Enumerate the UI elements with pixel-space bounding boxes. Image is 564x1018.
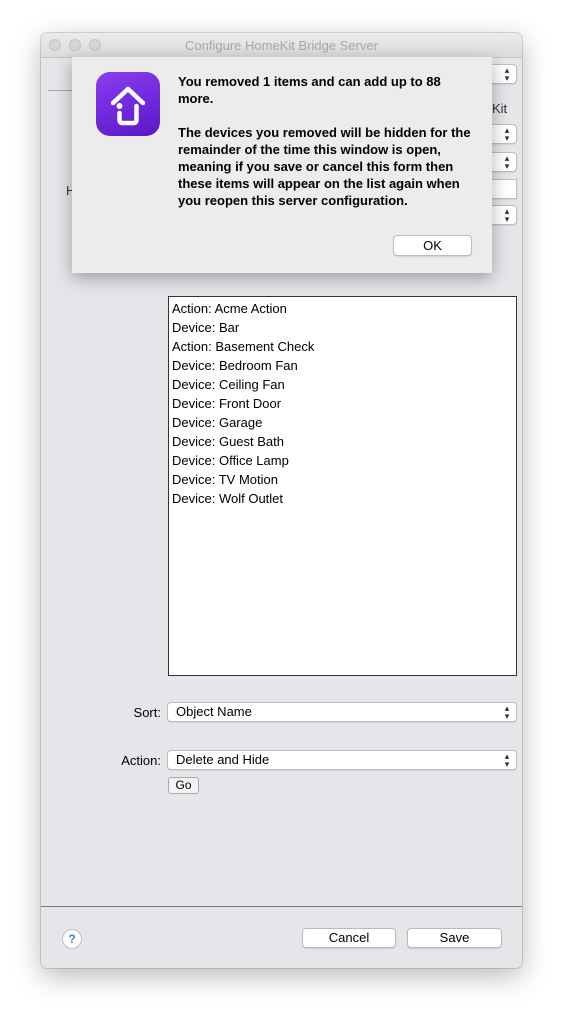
alert-sheet: You removed 1 items and can add up to 88… (72, 57, 492, 273)
chevron-up-down-icon: ▴ ▾ (504, 751, 510, 769)
list-item[interactable]: Device: Front Door (169, 394, 516, 413)
cancel-button[interactable]: Cancel (302, 928, 396, 948)
device-list[interactable]: Action: Acme Action Device: Bar Action: … (168, 296, 517, 676)
chevron-up-down-icon: ▴ ▾ (504, 65, 510, 83)
list-item[interactable]: Device: Guest Bath (169, 432, 516, 451)
action-selected-value: Delete and Hide (176, 752, 270, 767)
footer-divider (41, 906, 522, 907)
list-item[interactable]: Device: Bar (169, 318, 516, 337)
save-button[interactable]: Save (407, 928, 502, 948)
alert-message: The devices you removed will be hidden f… (178, 125, 471, 208)
chevron-up-down-icon: ▴ ▾ (504, 206, 510, 224)
list-item[interactable]: Device: Ceiling Fan (169, 375, 516, 394)
ok-button[interactable]: OK (393, 235, 472, 256)
partial-label-homekit: Kit (492, 101, 508, 116)
list-item[interactable]: Device: Wolf Outlet (169, 489, 516, 508)
action-label: Action: (121, 753, 161, 768)
window-title: Configure HomeKit Bridge Server (185, 38, 378, 53)
list-item[interactable]: Device: Bedroom Fan (169, 356, 516, 375)
chevron-up-down-icon: ▴ ▾ (504, 703, 510, 721)
title-bar: Configure HomeKit Bridge Server (41, 33, 522, 58)
sort-label: Sort: (133, 705, 161, 720)
list-item[interactable]: Device: Garage (169, 413, 516, 432)
chevron-up-down-icon: ▴ ▾ (504, 125, 510, 143)
list-item[interactable]: Action: Acme Action (169, 299, 516, 318)
help-icon[interactable]: ? (62, 929, 82, 949)
alert-title: You removed 1 items and can add up to 88… (178, 74, 441, 106)
action-popup[interactable]: Delete and Hide ▴ ▾ (167, 750, 517, 770)
house-icon (110, 86, 146, 126)
sort-selected-value: Object Name (176, 704, 252, 719)
list-item[interactable]: Action: Basement Check (169, 337, 516, 356)
list-item[interactable]: Device: Office Lamp (169, 451, 516, 470)
sort-popup[interactable]: Object Name ▴ ▾ (167, 702, 517, 722)
chevron-up-down-icon: ▴ ▾ (504, 153, 510, 171)
homekit-bridge-app-icon (96, 72, 160, 136)
go-button[interactable]: Go (168, 777, 199, 794)
list-item[interactable]: Device: TV Motion (169, 470, 516, 489)
